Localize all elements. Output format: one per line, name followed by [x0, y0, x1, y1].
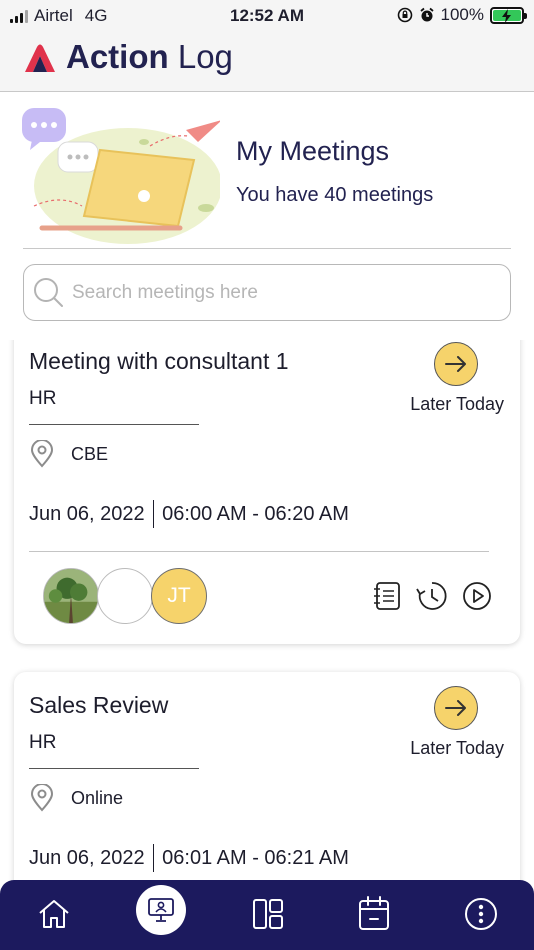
meeting-date: Jun 06, 2022 [29, 502, 145, 525]
home-icon [39, 900, 69, 928]
location-label: Online [71, 787, 124, 808]
search-bar[interactable] [23, 264, 511, 321]
nav-dashboard[interactable] [244, 890, 292, 938]
meeting-title: Meeting with consultant 1 [29, 348, 289, 374]
meetings-hero: My Meetings You have 40 meetings [20, 100, 514, 250]
open-meeting-button[interactable] [434, 342, 478, 386]
meeting-card[interactable]: Meeting with consultant 1 HR Later Today… [14, 340, 520, 644]
orientation-lock-icon [397, 7, 412, 23]
battery-icon [490, 6, 527, 24]
status-right: 100% [397, 5, 527, 25]
search-input[interactable] [72, 281, 492, 304]
nav-meetings[interactable] [136, 885, 186, 935]
card-actions [372, 580, 492, 612]
battery-percent: 100% [440, 5, 484, 24]
avatar[interactable] [97, 568, 153, 624]
page-title: My Meetings [236, 136, 390, 166]
meeting-status: Later Today [410, 738, 504, 758]
laptop-illustration [22, 108, 220, 244]
participant-avatars[interactable]: JT [43, 568, 207, 624]
meeting-date: Jun 06, 2022 [29, 846, 145, 869]
meeting-datetime: Jun 06, 2022 06:00 AM - 06:20 AM [29, 500, 349, 528]
meeting-time: 06:00 AM - 06:20 AM [162, 502, 349, 525]
nav-home[interactable] [30, 890, 78, 938]
bottom-nav [0, 880, 534, 950]
avatar[interactable]: JT [151, 568, 207, 624]
meetings-icon [148, 898, 174, 922]
meeting-list[interactable]: Meeting with consultant 1 HR Later Today… [0, 340, 534, 880]
meeting-location: Online [29, 784, 123, 812]
avatar-initials: JT [167, 584, 191, 607]
meeting-card[interactable]: Sales Review HR Later Today Online Jun 0… [14, 672, 520, 880]
app-header: Action Log [0, 32, 534, 92]
card-divider [29, 551, 489, 552]
play-icon[interactable] [462, 581, 492, 611]
hero-divider [23, 248, 511, 249]
location-label: CBE [71, 443, 109, 464]
location-pin-icon [30, 440, 54, 468]
meeting-department: HR [29, 732, 57, 753]
nav-more[interactable] [457, 890, 505, 938]
brand-bold: Action [66, 38, 169, 75]
arrow-right-icon [445, 356, 466, 372]
meeting-department: HR [29, 388, 57, 409]
arrow-right-icon [445, 700, 466, 716]
notes-icon[interactable] [372, 580, 402, 612]
avatar[interactable] [43, 568, 99, 624]
nav-calendar[interactable] [350, 890, 398, 938]
alarm-icon [419, 7, 434, 22]
brand-name: Action Log [66, 38, 233, 76]
meeting-time: 06:01 AM - 06:21 AM [162, 846, 349, 869]
meeting-status: Later Today [410, 394, 504, 414]
dashboard-icon [253, 899, 283, 929]
date-separator [152, 844, 155, 872]
meeting-count: You have 40 meetings [236, 184, 434, 206]
brand-light: Log [177, 38, 233, 75]
location-pin-icon [30, 784, 54, 812]
meeting-datetime: Jun 06, 2022 06:01 AM - 06:21 AM [29, 844, 349, 872]
date-separator [152, 500, 155, 528]
meeting-location: CBE [29, 440, 108, 468]
meeting-title: Sales Review [29, 692, 169, 718]
search-icon [34, 277, 63, 307]
status-bar: Airtel 4G 12:52 AM 100% [0, 0, 534, 32]
open-meeting-button[interactable] [434, 686, 478, 730]
action-log-logo [25, 44, 55, 72]
history-icon[interactable] [416, 580, 448, 612]
more-icon [465, 898, 497, 930]
title-underline [29, 424, 199, 425]
title-underline [29, 768, 199, 769]
calendar-icon [359, 896, 389, 930]
